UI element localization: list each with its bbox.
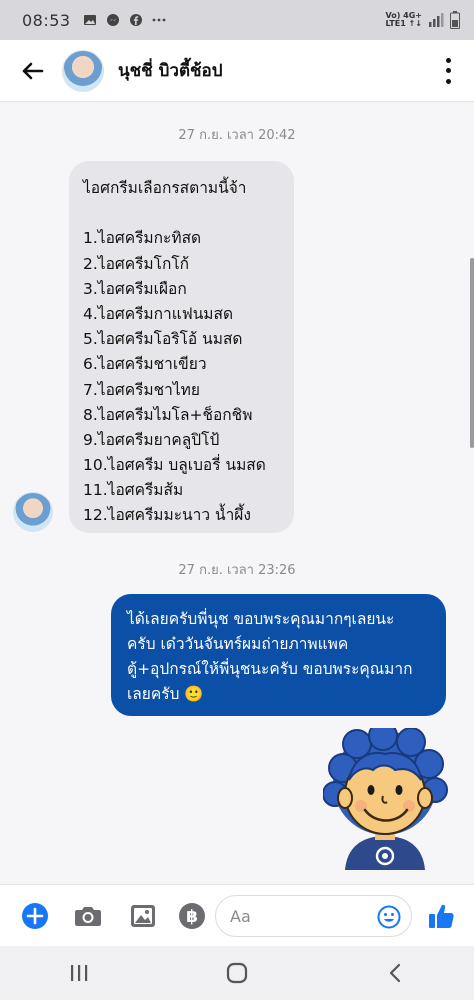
home-button[interactable] [217, 958, 257, 988]
sender-avatar[interactable] [13, 492, 53, 532]
plus-button[interactable] [20, 901, 50, 931]
contact-avatar[interactable] [62, 49, 104, 92]
camera-button[interactable] [73, 901, 103, 931]
recents-button[interactable] [59, 958, 99, 988]
back-icon [389, 963, 401, 983]
flavor-item: 5.ไอศครีมโอริโอ้ นมสด [83, 330, 243, 349]
contact-name[interactable]: นุชชี่ บิวตี้ช้อป [118, 57, 223, 84]
incoming-message-bubble[interactable]: ไอศกรีมเลือกรสตามนี้จ้า 1.ไอศครีมกะทิสด … [69, 161, 294, 533]
flavor-item: 8.ไอศครีมไมโล+ช็อกชิพ [83, 405, 253, 424]
message-composer: ฿ [0, 884, 474, 946]
home-icon [226, 962, 248, 984]
android-nav-bar [0, 946, 474, 1000]
message-timestamp: 27 ก.ย. เวลา 20:42 [178, 128, 296, 143]
flavor-item: 11.ไอศครีมส้ม [83, 481, 184, 500]
message-line: ได้เลยครับพี่นุช ขอบพระคุณมากๆเลยนะ [127, 610, 395, 628]
gallery-icon [131, 905, 155, 927]
messenger-icon [106, 14, 119, 26]
gallery-button[interactable] [128, 901, 158, 931]
more-dots-icon [152, 18, 166, 22]
facebook-icon [129, 14, 142, 26]
message-input[interactable] [230, 906, 360, 926]
status-right: Vo) 4G+ LTE1 ↑↓ [385, 11, 460, 29]
message-input-box[interactable] [215, 895, 412, 937]
message-timestamp: 27 ก.ย. เวลา 23:26 [178, 563, 296, 578]
status-bar: 08:53 Vo) 4G+ LTE1 ↑↓ [0, 0, 474, 40]
like-icon [429, 904, 454, 928]
message-line: ตู้+อุปกรณ์ให้พี่นุชนะครับ ขอบพระคุณมาก [127, 660, 413, 678]
image-icon [83, 15, 96, 25]
signal-icon [429, 13, 444, 27]
camera-icon [75, 907, 101, 926]
chat-header: นุชชี่ บิวตี้ช้อป [0, 40, 474, 102]
flavor-item: 7.ไอศครีมชาไทย [83, 380, 200, 399]
message-line: เลยครับ 🙂 [127, 685, 204, 703]
network-bottom: LTE1 ↑↓ [385, 19, 422, 28]
recents-icon [71, 965, 88, 981]
status-notification-icons [83, 13, 166, 27]
smiling-boy-sticker[interactable] [323, 728, 448, 870]
scrollbar[interactable] [470, 258, 474, 448]
outgoing-message-bubble[interactable]: ได้เลยครับพี่นุช ขอบพระคุณมากๆเลยนะ ครับ… [111, 594, 446, 716]
like-button[interactable] [426, 901, 456, 931]
plus-icon [22, 903, 48, 929]
flavor-item: 10.ไอศครีม บลูเบอรี่ นมสด [83, 456, 266, 475]
svg-text:฿: ฿ [186, 907, 198, 927]
flavor-item: 2.ไอศครีมโกโก้ [83, 254, 190, 273]
payment-button[interactable]: ฿ [177, 901, 207, 931]
back-arrow-icon [22, 62, 44, 79]
message-line: ครับ เด๋ววันจันทร์ผมถ่ายภาพแพค [127, 635, 349, 653]
flavor-item: 4.ไอศครีมกาแฟนมสด [83, 304, 234, 323]
flavor-item: 6.ไอศครีมชาเขียว [83, 355, 207, 374]
baht-payment-icon: ฿ [179, 903, 205, 929]
back-button[interactable] [18, 56, 48, 86]
emoji-icon[interactable] [377, 905, 401, 929]
more-vertical-icon[interactable] [444, 57, 452, 84]
network-indicator: Vo) 4G+ LTE1 ↑↓ [385, 12, 422, 28]
nav-back-button[interactable] [375, 958, 415, 988]
status-time: 08:53 [22, 10, 71, 30]
flavor-item: 9.ไอศครีมยาคลูปิโป้ [83, 430, 220, 449]
flavor-item: 1.ไอศครีมกะทิสด [83, 229, 202, 248]
flavor-item: 12.ไอศครีมมะนาว น้ำผึ้ง [83, 506, 251, 525]
message-intro: ไอศกรีมเลือกรสตามนี้จ้า [83, 179, 247, 197]
battery-icon [450, 11, 460, 29]
flavor-item: 3.ไอศครีมเผือก [83, 279, 187, 298]
